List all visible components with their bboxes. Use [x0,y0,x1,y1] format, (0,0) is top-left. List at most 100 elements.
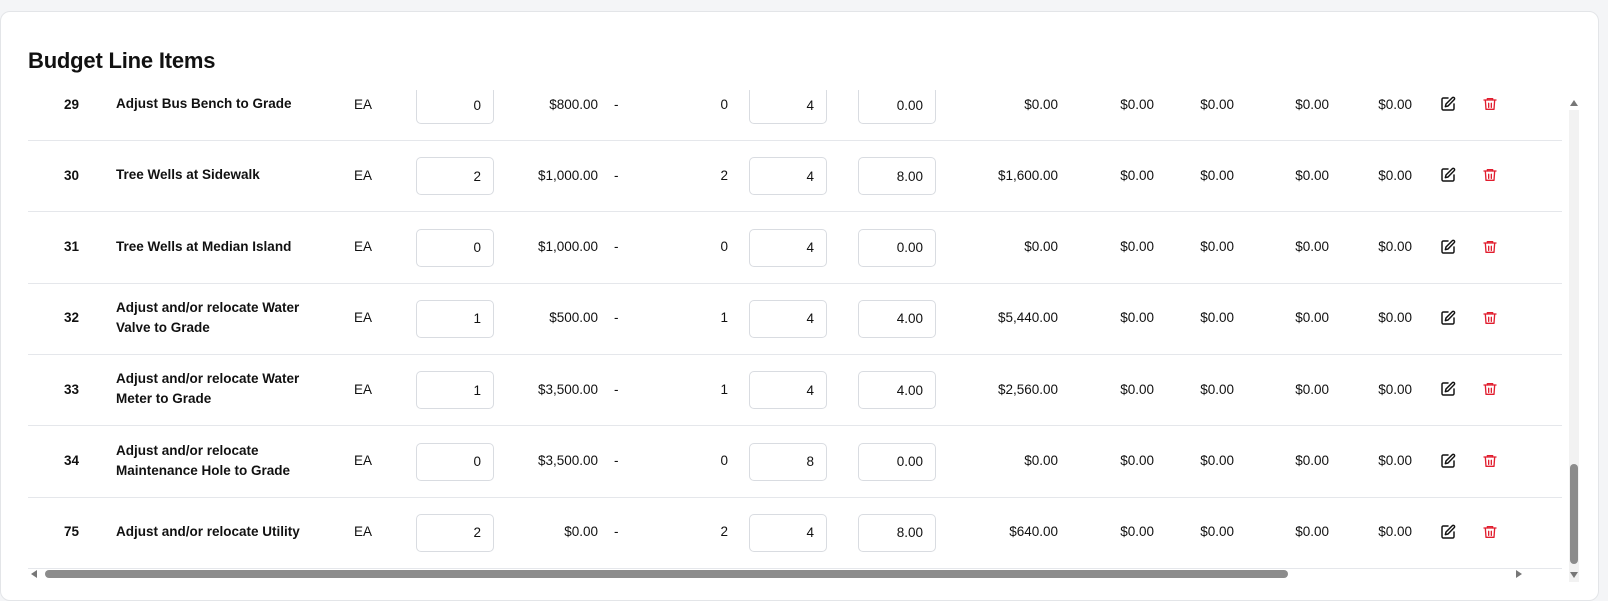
scroll-left-arrow-icon[interactable] [31,570,37,578]
item-unit: EA [354,453,373,468]
edit-icon[interactable] [1438,94,1458,114]
amount-input[interactable]: 8.00 [858,157,936,196]
amount-cell: $0.00 [1378,167,1412,183]
empty-value-dash: - [614,381,619,397]
trash-icon[interactable] [1480,237,1500,257]
amount-input[interactable]: 0.00 [858,442,936,481]
quantity-input[interactable]: 1 [416,371,494,410]
edit-icon[interactable] [1438,379,1458,399]
edit-icon[interactable] [1438,165,1458,185]
table-row: 34 Adjust and/or relocate Maintenance Hol… [28,425,1562,498]
scroll-right-arrow-icon[interactable] [1516,570,1522,578]
horizontal-scroll-thumb[interactable] [45,570,1288,578]
amount-cell: $1,600.00 [997,167,1058,183]
budget-table: 29 Adjust Bus Bench to Grade EA 0 $800.00-0 4… [28,90,1562,572]
quantity-input[interactable]: 2 [416,157,494,196]
edit-icon[interactable] [1438,308,1458,328]
amount-cell: $640.00 [1009,524,1058,540]
table-row: 33 Adjust and/or relocate Water Meter to … [28,353,1562,427]
quantity-input[interactable]: 1 [416,299,494,338]
page-title: Budget Line Items [28,48,216,73]
factor-input[interactable]: 8 [749,442,827,481]
item-description: Adjust and/or relocate Water Valve to Gr… [116,299,300,335]
scroll-down-arrow-icon[interactable] [1570,572,1578,578]
factor-input[interactable]: 4 [749,513,827,552]
unit-price: $3,500.00 [537,453,598,468]
amount-cell: $0.00 [1295,453,1329,468]
unit-price: $1,000.00 [537,239,598,255]
table-row: 30 Tree Wells at Sidewalk EA 2 $1,000.00- 2 4 8… [28,139,1562,213]
scroll-up-arrow-icon[interactable] [1570,100,1578,106]
factor-input[interactable]: 4 [749,371,827,410]
amount-cell: $0.00 [1378,310,1412,326]
quantity-value: 0 [720,96,728,112]
item-number: 32 [64,310,80,326]
vertical-scroll-thumb[interactable] [1570,464,1578,564]
quantity-input[interactable]: 0 [416,228,494,267]
empty-value-dash: - [614,239,619,255]
edit-icon[interactable] [1438,237,1458,257]
trash-icon[interactable] [1480,308,1500,328]
item-description: Adjust and/or relocate Maintenance Hole … [116,442,291,478]
amount-cell: $0.00 [1120,381,1154,397]
empty-value-dash: - [614,524,619,540]
item-description: Adjust and/or relocate Water Meter to Gr… [116,371,300,407]
amount-input[interactable]: 4.00 [858,371,936,410]
factor-input[interactable]: 4 [749,157,827,196]
amount-cell: $5,440.00 [997,310,1058,326]
amount-cell: $0.00 [1295,310,1329,326]
item-unit: EA [354,310,373,326]
amount-cell: $0.00 [1120,453,1154,468]
amount-cell: $0.00 [1120,310,1154,326]
amount-input[interactable]: 8.00 [858,513,936,552]
trash-icon[interactable] [1480,522,1500,542]
amount-cell: $0.00 [1295,239,1329,255]
trash-icon[interactable] [1480,165,1500,185]
amount-cell: $0.00 [1200,524,1234,540]
amount-cell: $0.00 [1120,239,1154,255]
edit-icon[interactable] [1438,451,1458,471]
item-description: Adjust and/or relocate Utility [116,523,300,539]
quantity-input[interactable]: 0 [416,90,494,124]
trash-icon[interactable] [1480,451,1500,471]
quantity-value: 2 [720,524,728,540]
trash-icon[interactable] [1480,94,1500,114]
item-unit: EA [354,96,373,112]
vertical-scrollbar[interactable] [1566,92,1582,590]
amount-cell: $2,560.00 [997,381,1058,397]
quantity-input[interactable]: 2 [416,513,494,552]
budget-card: Budget Line Items 29 Adjust Bus Bench to … [0,11,1599,601]
trash-icon[interactable] [1480,379,1500,399]
unit-price: $800.00 [549,96,598,112]
amount-input[interactable]: 0.00 [858,90,936,124]
edit-icon[interactable] [1438,522,1458,542]
unit-price: $0.00 [564,524,598,540]
amount-cell: $0.00 [1200,96,1234,112]
item-unit: EA [354,381,373,397]
quantity-input[interactable]: 0 [416,442,494,481]
empty-value-dash: - [614,167,619,183]
amount-cell: $0.00 [1295,167,1329,183]
item-description: Adjust Bus Bench to Grade [116,96,292,111]
amount-cell: $0.00 [1200,239,1234,255]
amount-cell: $0.00 [1200,167,1234,183]
table-row: 31 Tree Wells at Median Island EA 0 $1,000.0… [28,211,1562,284]
factor-input[interactable]: 4 [749,90,827,124]
amount-input[interactable]: 0.00 [858,228,936,267]
factor-input[interactable]: 4 [749,299,827,338]
empty-value-dash: - [614,310,619,326]
factor-input[interactable]: 4 [749,228,827,267]
quantity-value: 0 [720,453,728,468]
item-number: 34 [64,453,80,468]
horizontal-scrollbar[interactable] [31,566,1562,582]
quantity-value: 2 [720,167,728,183]
amount-cell: $0.00 [1378,381,1412,397]
amount-cell: $0.00 [1200,453,1234,468]
quantity-value: 1 [720,381,728,397]
item-number: 31 [64,239,80,255]
amount-input[interactable]: 4.00 [858,299,936,338]
amount-cell: $0.00 [1295,96,1329,112]
empty-value-dash: - [614,453,619,468]
table-row: 29 Adjust Bus Bench to Grade EA 0 $800.00- 0 4… [28,90,1562,141]
amount-cell: $0.00 [1024,96,1058,112]
